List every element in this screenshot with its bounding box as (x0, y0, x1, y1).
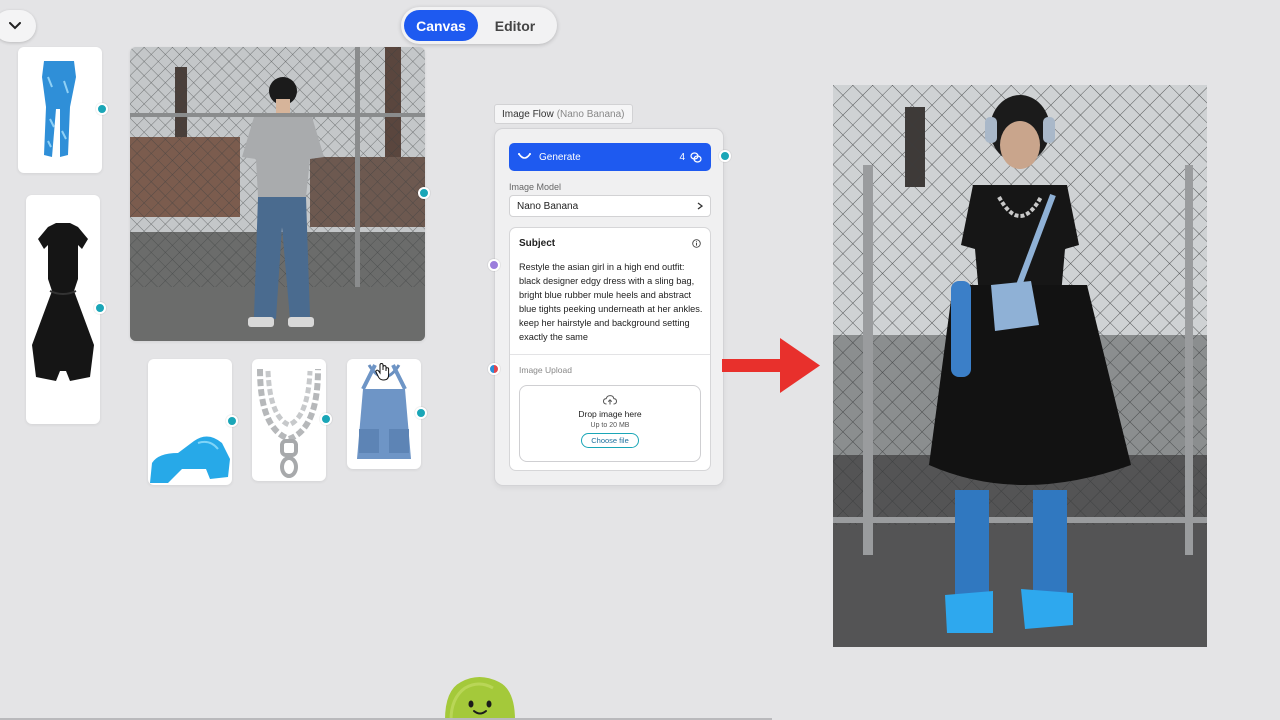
chain-necklace-image (257, 368, 321, 478)
chevron-right-icon (697, 202, 703, 210)
reference-photo[interactable] (130, 47, 425, 341)
info-icon[interactable] (692, 239, 701, 248)
subject-input-connector[interactable] (488, 259, 500, 271)
image-drop-zone[interactable]: Drop image here Up to 20 MB Choose file (519, 385, 701, 462)
clog-connector[interactable] (226, 415, 238, 427)
subject-prompt-text[interactable]: Restyle the asian girl in a high end out… (519, 260, 705, 344)
tab-editor[interactable]: Editor (478, 10, 552, 41)
subject-divider (510, 354, 710, 355)
drop-size-limit: Up to 20 MB (590, 422, 630, 429)
chain-necklace-card[interactable] (252, 359, 326, 481)
generated-output-image[interactable] (833, 85, 1207, 647)
blue-tights-image (42, 61, 76, 157)
black-dress-image (32, 223, 94, 381)
black-dress-card[interactable] (26, 195, 100, 424)
blue-clog-image (150, 436, 230, 483)
generate-output-connector[interactable] (719, 150, 731, 162)
chevron-down-icon (9, 22, 21, 30)
flow-tag-subtitle: (Nano Banana) (556, 108, 625, 120)
dress-connector[interactable] (94, 302, 106, 314)
tights-connector[interactable] (96, 103, 108, 115)
generate-smile-icon (518, 153, 531, 159)
hand-cursor-icon (375, 363, 390, 381)
credits-icon (690, 151, 702, 163)
cloud-upload-icon (603, 395, 617, 405)
necklace-connector[interactable] (320, 413, 332, 425)
canvas-menu-dropdown[interactable] (0, 10, 36, 42)
bag-connector[interactable] (415, 407, 427, 419)
image-upload-label: Image Upload (519, 365, 572, 375)
image-flow-panel: Generate 4 Image Model Nano Banana Subje… (494, 128, 724, 486)
mascot-icon[interactable] (443, 676, 517, 720)
drop-title: Drop image here (578, 409, 642, 419)
choose-file-button[interactable]: Choose file (581, 433, 639, 448)
image-model-label: Image Model (509, 182, 562, 192)
arrow-right-icon (722, 338, 820, 393)
sling-bag-card[interactable] (347, 359, 421, 469)
generate-count: 4 (679, 151, 685, 163)
subject-box: Subject Restyle the asian girl in a high… (509, 227, 711, 471)
generate-label: Generate (539, 151, 581, 163)
image-flow-tag: Image Flow (Nano Banana) (494, 104, 633, 124)
subject-title: Subject (519, 238, 556, 249)
tights-card[interactable] (18, 47, 102, 173)
flow-tag-title: Image Flow (502, 108, 554, 120)
image-model-select[interactable]: Nano Banana (509, 195, 711, 217)
reference-photo-connector[interactable] (418, 187, 430, 199)
blue-clog-card[interactable] (148, 359, 232, 485)
reference-photo-image (130, 47, 425, 341)
generated-photo-image (833, 85, 1207, 647)
image-upload-connector[interactable] (488, 363, 500, 375)
tab-canvas[interactable]: Canvas (404, 10, 478, 41)
image-model-value: Nano Banana (517, 200, 579, 212)
generate-button[interactable]: Generate 4 (509, 143, 711, 171)
mode-toggle: Canvas Editor (401, 7, 557, 44)
